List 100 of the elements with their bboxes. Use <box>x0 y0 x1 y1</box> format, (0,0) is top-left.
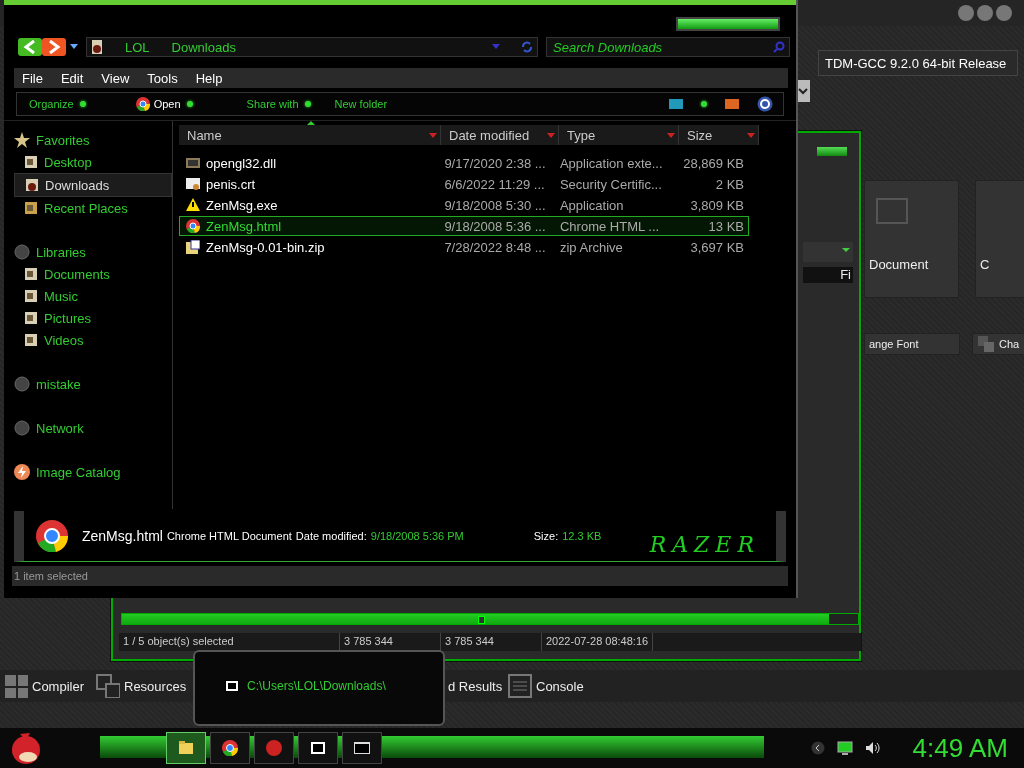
menu-item[interactable]: Edit <box>60 70 84 86</box>
toolbar-button[interactable]: New folder <box>334 98 388 110</box>
library-icon <box>24 311 38 325</box>
table-cell-text: Chrome HTML ... <box>558 218 661 234</box>
menu-item[interactable]: Tools <box>147 70 178 86</box>
compiler-field[interactable]: TDM-GCC 9.2.0 64-bit Release <box>818 50 1018 76</box>
refresh-icon[interactable] <box>520 40 534 54</box>
panel-tab[interactable]: Console <box>508 670 584 702</box>
table-cell-text: 2 KB <box>714 176 745 192</box>
nav-item[interactable]: mistake <box>14 373 172 395</box>
table-cell-text: Application <box>558 197 625 213</box>
taskbar-button[interactable] <box>342 732 382 764</box>
toolbar-button[interactable]: Cha <box>972 333 1024 355</box>
logo: RAZER <box>649 532 760 557</box>
taskbar-button[interactable] <box>298 732 338 764</box>
table-cell-text: 9/18/2008 5:36 ... <box>443 218 547 234</box>
column-header[interactable]: Fi <box>803 267 853 283</box>
status-cell: 2022-07-28 08:48:16 <box>542 633 654 651</box>
nav-item[interactable]: Documents <box>14 263 172 285</box>
orb-icon <box>14 376 30 392</box>
caret-icon[interactable] <box>70 44 78 50</box>
forward-button[interactable] <box>42 38 66 56</box>
column-header[interactable]: Type <box>559 125 679 145</box>
tile-button[interactable]: C <box>975 180 1024 298</box>
table-cell-text: 7/28/2022 8:48 ... <box>443 239 547 255</box>
console-icon <box>354 740 370 756</box>
lightning-icon <box>14 464 30 480</box>
orb-icon <box>14 420 30 436</box>
desktop-icon <box>24 155 38 169</box>
table-cell-text: 13 KB <box>707 218 745 234</box>
certificate-icon <box>186 177 200 191</box>
file-row[interactable]: opengl32.dll 9/17/2020 2:38 ... Application exte... 28,869 KB <box>179 153 749 173</box>
library-icon <box>24 267 38 281</box>
downloads-icon <box>91 39 103 55</box>
search-field[interactable]: Search Downloads <box>546 37 790 57</box>
menu-item[interactable]: Help <box>195 70 223 86</box>
close-button[interactable] <box>996 5 1012 21</box>
downloads-icon <box>25 178 39 192</box>
panel-tab[interactable]: d Results <box>448 670 503 702</box>
nav-item[interactable]: Recent Places <box>14 197 172 219</box>
nav-item[interactable]: Videos <box>14 329 172 351</box>
address-bar[interactable]: LOL Downloads <box>86 37 538 57</box>
file-name: ZenMsg.exe <box>206 197 278 213</box>
column-header[interactable]: Name <box>179 125 441 145</box>
window-title: C:\Users\LOL\Downloads\ <box>247 679 386 693</box>
file-row[interactable]: ZenMsg-0.01-bin.zip 7/28/2022 8:48 ... zip Archive 3,697 KB <box>179 237 749 257</box>
nav-item[interactable]: Libraries <box>14 241 172 263</box>
clock[interactable]: 4:49 AM <box>912 732 1008 764</box>
tile-button[interactable]: Document <box>864 180 959 298</box>
help-icon[interactable] <box>757 96 773 112</box>
warning-icon <box>186 198 200 212</box>
status-cell: 3 785 344 <box>441 633 542 651</box>
toolbar-button[interactable]: Share with <box>246 98 299 110</box>
horizontal-scrollbar[interactable] <box>121 613 859 625</box>
nav-item[interactable]: Image Catalog <box>14 461 172 483</box>
speaker-icon[interactable] <box>864 741 881 755</box>
file-row[interactable]: penis.crt 6/6/2022 11:29 ... Security Certific... 2 KB <box>179 174 749 194</box>
table-cell-text: 9/18/2008 5:30 ... <box>443 197 547 213</box>
dropdown-icon <box>747 132 755 138</box>
file-row[interactable]: ZenMsg.exe 9/18/2008 5:30 ... Application 3,809 KB <box>179 195 749 215</box>
nav-item[interactable]: Pictures <box>14 307 172 329</box>
nav-item[interactable]: Music <box>14 285 172 307</box>
file-row[interactable]: ZenMsg.html 9/18/2008 5:36 ... Chrome HTML ... 13 KB <box>179 216 749 236</box>
library-icon <box>24 333 38 347</box>
taskbar-button[interactable] <box>210 732 250 764</box>
panel-tab[interactable]: Compiler <box>4 670 84 702</box>
toolbar-button[interactable]: ange Font <box>864 333 960 355</box>
nav-item[interactable]: Network <box>14 417 172 439</box>
column-header[interactable]: Size <box>679 125 759 145</box>
breadcrumb-item[interactable]: Downloads <box>171 39 236 55</box>
dot-icon <box>701 101 707 107</box>
panel-tab[interactable]: Resources <box>96 670 187 702</box>
menu-item[interactable]: File <box>22 70 43 86</box>
toolbar-button[interactable]: Open <box>135 97 181 111</box>
toolbar-button[interactable]: Organize <box>29 98 74 110</box>
nav-item[interactable]: Downloads <box>14 173 172 197</box>
dot-icon <box>186 101 193 107</box>
nav-item[interactable]: Desktop <box>14 151 172 173</box>
breadcrumb-item[interactable]: LOL <box>125 39 150 55</box>
field-label: Size: <box>533 530 559 542</box>
minimize-button[interactable] <box>958 5 974 21</box>
dropdown-icon <box>429 132 437 138</box>
chevron-icon[interactable] <box>810 741 825 755</box>
window-buttons[interactable] <box>676 17 780 31</box>
network-icon[interactable] <box>836 741 853 755</box>
field-label: Date modified: <box>295 530 367 542</box>
back-button[interactable] <box>18 38 42 56</box>
column-header[interactable]: Date modified <box>441 125 559 145</box>
table-cell-text: Security Certific... <box>558 176 663 192</box>
restore-button[interactable] <box>977 5 993 21</box>
file-name: ZenMsg-0.01-bin.zip <box>206 239 325 255</box>
nav-item[interactable]: Favorites <box>14 129 172 151</box>
menu-item[interactable]: View <box>101 70 130 86</box>
field-value: 12.3 KB <box>562 530 602 542</box>
scrollbar-thumb[interactable] <box>478 616 485 624</box>
table-cell-text: 3,697 KB <box>689 239 745 255</box>
table-cell-text: 6/6/2022 11:29 ... <box>443 176 546 192</box>
pages-icon <box>96 674 120 698</box>
chrome-icon <box>36 520 68 552</box>
dot-icon <box>79 101 86 107</box>
